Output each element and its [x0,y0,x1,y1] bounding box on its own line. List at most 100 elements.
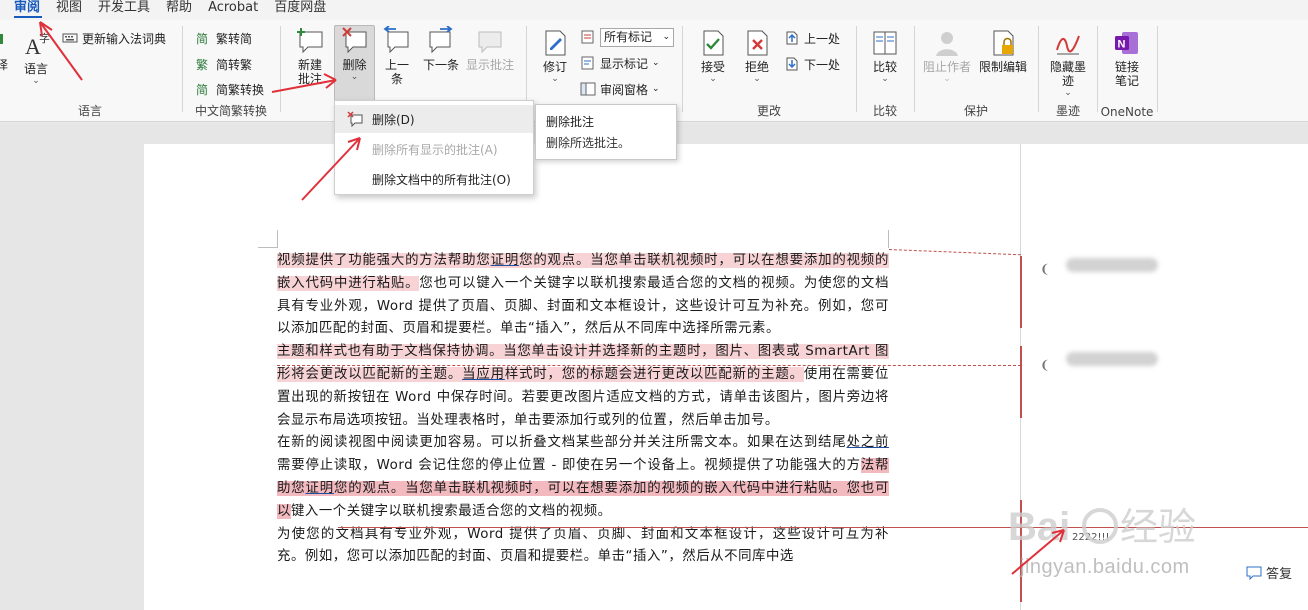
divider [914,26,915,112]
next-comment-button[interactable]: 下一条 [422,26,460,72]
previous-comment-icon [383,26,409,54]
show-comments-icon [478,31,502,54]
to-traditional-button[interactable]: 繁 简转繁 [196,54,252,74]
to-simplified-label: 繁转简 [216,31,253,46]
previous-change-label: 上一处 [804,31,841,46]
divider [682,26,683,112]
group-onenote-label: OneNote [1100,105,1154,119]
track-changes-label: 修订 [542,60,567,74]
linked-notes-label: 链接 笔记 [1114,60,1139,88]
ink-icon [1056,35,1080,55]
hide-ink-button[interactable]: 隐藏墨 迹 ⌄ [1046,28,1090,98]
underlined-text: 当应用 [462,366,505,382]
tab-help[interactable]: 帮助 [158,0,200,20]
new-comment-icon [297,28,323,54]
tab-acrobat[interactable]: Acrobat [200,0,266,20]
divider [1157,26,1158,112]
tooltip-description: 删除所选批注。 [546,136,631,150]
underlined-text: 证明 [305,480,334,496]
simplified-to-traditional-icon: 繁 [196,57,208,72]
tab-developer[interactable]: 开发工具 [90,0,158,20]
chevron-down-icon: ⌄ [652,58,660,68]
tab-review[interactable]: 审阅 [0,0,48,20]
comment-icon: ❨ [1040,358,1051,372]
chevron-down-icon: ⌄ [881,74,889,84]
comment-bar [1020,256,1022,328]
reply-icon [1246,566,1262,580]
paragraph-1: 视频提供了功能强大的方法帮助您证明您的观点。当您单击联机视频时，可以在想要添加的… [277,250,889,341]
reject-icon [747,30,768,56]
comment-connector [277,365,1021,366]
tab-baidu-netdisk[interactable]: 百度网盘 [266,0,334,20]
svg-text:字: 字 [39,31,50,45]
chinese-convert-button[interactable]: 简 简繁转换 [196,79,264,99]
language-button[interactable]: A 字 语言 ⌄ [18,30,54,86]
show-comments-button[interactable]: 显示批注 [464,26,516,72]
show-markup-label: 显示标记 [600,56,649,71]
menu-item-label: 删除(D) [372,112,415,127]
previous-comment-button[interactable]: 上一条 [380,26,414,86]
previous-change-button[interactable]: 上一处 [784,28,840,48]
to-traditional-label: 简转繁 [216,57,253,72]
tab-view[interactable]: 视图 [48,0,90,20]
convert-icon: 简 [196,83,208,97]
menu-item-delete-all-shown[interactable]: 删除所有显示的批注(A) [335,135,533,163]
underlined-text: 处之前 [846,435,889,451]
menu-item-delete-all-in-document[interactable]: 删除文档中的所有批注(O) [335,165,533,193]
chevron-down-icon: ⌄ [551,74,559,84]
group-compare: 比较 ⌄ 比较 [858,20,912,122]
track-changes-icon [545,30,566,56]
new-comment-label: 新建 批注 [297,58,322,86]
chevron-down-icon: ⌄ [943,74,951,84]
group-ink: 隐藏墨 迹 ⌄ 墨迹 [1040,20,1096,122]
document-body[interactable]: 视频提供了功能强大的方法帮助您证明您的观点。当您单击联机视频时，可以在想要添加的… [277,250,889,569]
reject-button[interactable]: 拒绝 ⌄ [738,28,776,84]
next-change-button[interactable]: 下一处 [784,54,840,74]
markup-value: 所有标记 [604,29,653,44]
translate-button[interactable]: 译 [0,30,10,72]
delete-comment-button[interactable]: 删除 ⌄ [334,25,375,102]
reply-button[interactable]: 答复 [1246,563,1292,582]
translate-icon [0,34,3,44]
comment-bar [1020,346,1022,418]
chevron-down-icon: ⌄ [652,84,660,94]
markup-display-icon [581,30,594,44]
onenote-icon: N [1115,32,1138,54]
markup-select[interactable]: 所有标记 ⌄ [580,27,674,47]
reviewing-pane-button[interactable]: 审阅窗格 ⌄ [580,79,660,99]
reviewing-pane-icon [580,82,596,96]
language-icon: A 字 [25,31,50,59]
accept-button[interactable]: 接受 ⌄ [694,28,732,84]
group-chinese-conversion: 简 繁转简 繁 简转繁 简 简繁转换 中文简繁转换 [184,20,278,122]
paragraph-3: 在新的阅读视图中阅读更加容易。可以折叠文档某些部分并关注所需文本。如果在达到结尾… [277,432,889,523]
group-protect-label: 保护 [963,104,988,118]
watermark-url: jingyan.baidu.com [1020,556,1190,578]
delete-comment-icon [347,111,363,127]
traditional-to-simplified-icon: 简 [196,32,208,46]
new-comment-button[interactable]: 新建 批注 [290,26,330,86]
next-change-icon [786,57,798,71]
baidu-watermark-logo: Bai 经验 [1008,505,1196,549]
show-markup-button[interactable]: 显示标记 ⌄ [580,53,660,73]
svg-text:简: 简 [196,32,208,46]
linked-notes-button[interactable]: N 链接 笔记 [1106,28,1148,88]
group-onenote: N 链接 笔记 OneNote [1098,20,1156,122]
restrict-editing-button[interactable]: 限制编辑 [976,28,1030,74]
divider [280,26,281,112]
block-authors-icon [936,32,958,56]
group-protect: 阻止作者 ⌄ 限制编辑 保护 [916,20,1036,122]
keyboard-icon [62,33,78,43]
crop-mark [277,230,278,248]
comment-icon: ❨ [1040,262,1051,276]
track-changes-button[interactable]: 修订 ⌄ [538,28,572,84]
menu-item-delete[interactable]: 删除(D) [335,105,533,133]
to-simplified-button[interactable]: 简 繁转简 [196,28,252,48]
svg-text:Bai: Bai [1008,505,1070,549]
update-ime-dictionary-button[interactable]: 更新输入法词典 [62,28,166,48]
markup-dropdown[interactable]: 所有标记 ⌄ [600,27,674,47]
body-text: 需要停止读取，Word 会记住您的停止位置 - 即使在另一个设备上。视频提供了功… [277,458,861,474]
block-authors-button[interactable]: 阻止作者 ⌄ [920,28,974,84]
group-changes-label: 更改 [756,104,781,118]
paragraph-2: 主题和样式也有助于文档保持协调。当您单击设计并选择新的主题时，图片、图表或 Sm… [277,341,889,432]
compare-button[interactable]: 比较 ⌄ [866,28,904,84]
